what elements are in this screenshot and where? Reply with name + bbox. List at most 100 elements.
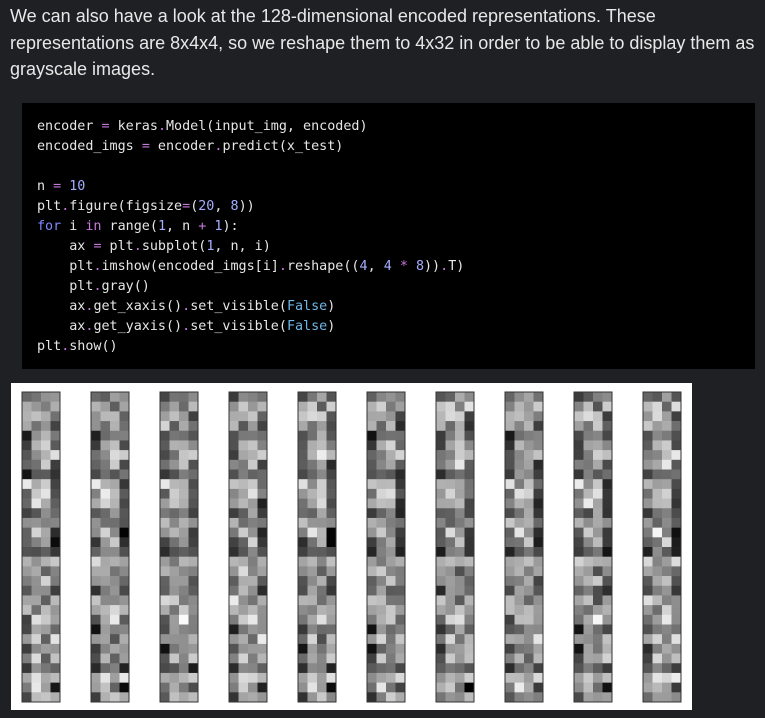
pixel-cell [307, 634, 318, 645]
pixel-cell [464, 663, 475, 674]
pixel-cell [671, 479, 682, 490]
pixel-cell [179, 527, 189, 538]
pixel-cell [643, 527, 653, 538]
pixel-cell [229, 692, 239, 703]
pixel-cell [436, 450, 446, 461]
pixel-cell [169, 469, 180, 480]
pixel-cell [317, 556, 327, 567]
pixel-cell [574, 498, 584, 509]
pixel-cell [643, 401, 653, 412]
pixel-cell [238, 401, 249, 412]
pixel-cell [307, 440, 318, 451]
pixel-cell [326, 595, 337, 606]
pixel-cell [326, 585, 337, 596]
pixel-cell [100, 479, 111, 490]
pixel-cell [514, 401, 525, 412]
pixel-cell [50, 624, 61, 635]
pixel-cell [376, 643, 387, 654]
pixel-cell [248, 614, 258, 625]
pixel-cell [257, 479, 268, 490]
pixel-cell [238, 672, 249, 683]
pixel-cell [179, 547, 189, 557]
pixel-cell [505, 401, 515, 412]
pixel-cell [22, 595, 32, 606]
pixel-cell [514, 498, 525, 509]
pixel-cell [436, 576, 446, 587]
pixel-cell [188, 624, 199, 635]
pixel-cell [110, 634, 120, 645]
pixel-cell [662, 682, 672, 693]
pixel-cell [395, 614, 406, 625]
pixel-cell [662, 421, 672, 432]
pixel-cell [455, 392, 465, 402]
pixel-cell [238, 585, 249, 596]
pixel-cell [119, 517, 130, 528]
pixel-cell [593, 517, 603, 528]
pixel-cell [317, 392, 327, 402]
pixel-cell [533, 508, 544, 519]
pixel-cell [326, 411, 337, 422]
pixel-cell [671, 682, 682, 693]
pixel-cell [643, 411, 653, 422]
pixel-cell [248, 469, 258, 480]
pixel-cell [593, 527, 603, 538]
pixel-cell [602, 682, 613, 693]
pixel-cell [464, 653, 475, 664]
code-line: encoder = keras.Model(input_img, encoded… [37, 119, 368, 134]
pixel-cell [662, 585, 672, 596]
pixel-cell [524, 498, 534, 509]
pixel-cell [188, 682, 199, 693]
pixel-cell [100, 624, 111, 635]
pixel-cell [100, 488, 111, 499]
pixel-cell [188, 421, 199, 432]
pixel-cell [119, 421, 130, 432]
pixel-cell [386, 634, 396, 645]
pixel-cell [91, 450, 101, 461]
pixel-cell [298, 663, 308, 674]
pixel-cell [179, 459, 189, 470]
pixel-cell [160, 450, 170, 461]
pixel-cell [229, 576, 239, 587]
pixel-cell [505, 663, 515, 674]
pixel-cell [583, 498, 594, 509]
pixel-cell [160, 508, 170, 519]
pixel-cell [326, 392, 337, 402]
pixel-cell [100, 421, 111, 432]
pixel-cell [41, 411, 51, 422]
pixel-cell [602, 595, 613, 606]
pixel-cell [574, 653, 584, 664]
pixel-cell [169, 459, 180, 470]
pixel-cell [602, 576, 613, 587]
pixel-cell [100, 537, 111, 548]
pixel-cell [31, 576, 42, 587]
pixel-cell [169, 566, 180, 577]
pixel-cell [326, 682, 337, 693]
pixel-cell [179, 634, 189, 645]
pixel-cell [31, 508, 42, 519]
pixel-cell [238, 469, 249, 480]
pixel-cell [179, 614, 189, 625]
pixel-cell [386, 576, 396, 587]
pixel-cell [574, 392, 584, 402]
pixel-cell [445, 488, 456, 499]
pixel-cell [602, 643, 613, 654]
pixel-cell [574, 527, 584, 538]
pixel-cell [229, 566, 239, 577]
pixel-cell [110, 450, 120, 461]
pixel-cell [671, 450, 682, 461]
pixel-cell [602, 479, 613, 490]
pixel-cell [110, 517, 120, 528]
code-line: for i in range(1, n + 1): [37, 219, 239, 234]
pixel-cell [583, 556, 594, 567]
pixel-cell [110, 537, 120, 548]
pixel-cell [326, 450, 337, 461]
pixel-cell [317, 508, 327, 519]
pixel-cell [593, 634, 603, 645]
pixel-cell [386, 469, 396, 480]
pixel-cell [445, 643, 456, 654]
pixel-cell [395, 488, 406, 499]
pixel-cell [652, 537, 663, 548]
pixel-cell [238, 517, 249, 528]
pixel-cell [662, 595, 672, 606]
pixel-cell [229, 479, 239, 490]
